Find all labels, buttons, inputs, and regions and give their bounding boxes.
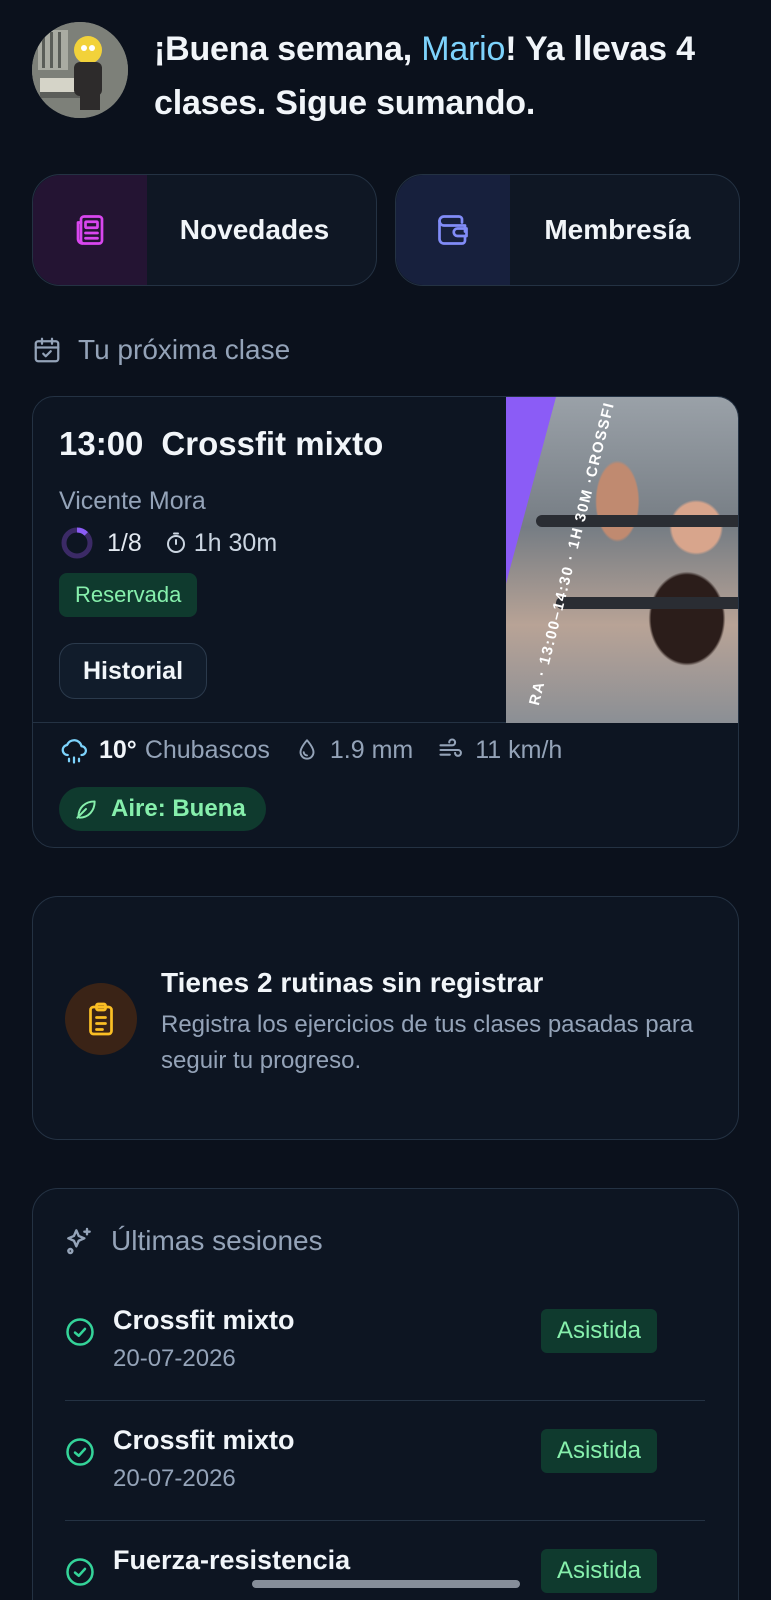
- user-name: Mario: [421, 30, 506, 68]
- coach-name: Vicente Mora: [59, 487, 206, 515]
- session-name: Crossfit mixto: [113, 1425, 295, 1455]
- sessions-heading: Últimas sesiones: [63, 1225, 323, 1257]
- news-button[interactable]: Novedades: [32, 174, 377, 286]
- check-circle-icon: [66, 1558, 94, 1586]
- wallet-icon: [438, 215, 468, 245]
- class-meta: 1/8 1h 30m: [59, 525, 277, 561]
- session-status-badge: Asistida: [540, 1429, 657, 1473]
- greeting-text: ¡Buena semana, Mario! Ya llevas 4 clases…: [154, 22, 714, 130]
- session-date: 20-07-2026: [113, 1345, 236, 1372]
- avatar[interactable]: [32, 22, 128, 118]
- droplet-icon: [299, 739, 315, 760]
- session-row[interactable]: Fuerza-resistencia Asistida: [65, 1521, 705, 1600]
- leaf-icon: [76, 800, 96, 819]
- greeting-header: ¡Buena semana, Mario! Ya llevas 4 clases…: [32, 22, 714, 130]
- weather-condition: Chubascos: [144, 735, 270, 764]
- class-name: Crossfit mixto: [161, 425, 384, 462]
- class-photo: RA · 13:00–14:30 · 1H 30M ·CROSSFI: [506, 397, 738, 723]
- session-name: Fuerza-resistencia: [113, 1545, 351, 1575]
- temperature: 10°: [99, 735, 137, 764]
- duration: 1h 30m: [164, 529, 277, 558]
- membership-button[interactable]: Membresía: [395, 174, 740, 286]
- recent-sessions-card: Últimas sesiones Crossfit mixto 20-07-20…: [32, 1188, 739, 1600]
- session-name: Crossfit mixto: [113, 1305, 295, 1335]
- session-status-badge: Asistida: [540, 1309, 657, 1353]
- greeting-prefix: ¡Buena semana,: [154, 30, 422, 68]
- class-time: 13:00: [59, 425, 144, 462]
- air-quality-badge: Aire: Buena: [59, 787, 266, 831]
- next-class-heading: Tu próxima clase: [32, 334, 290, 366]
- occupancy-text: 1/8: [107, 528, 142, 557]
- wind-icon: [439, 738, 463, 757]
- class-title: 13:00 Crossfit mixto: [59, 425, 383, 463]
- check-circle-icon: [66, 1318, 94, 1346]
- stopwatch-icon: [166, 532, 185, 553]
- calendar-check-icon: [34, 337, 60, 363]
- air-quality-text: Aire: Buena: [111, 795, 246, 822]
- reservation-status-badge: Reservada: [59, 573, 198, 617]
- history-button[interactable]: Historial: [59, 643, 207, 699]
- membership-icon-container: [396, 175, 510, 285]
- wind-speed-text: 11 km/h: [475, 735, 563, 764]
- session-date: 20-07-2026: [113, 1465, 236, 1492]
- rain-amount-text: 1.9 mm: [329, 735, 414, 764]
- quick-actions: Novedades Membresía: [32, 174, 740, 286]
- newspaper-icon: [76, 215, 104, 245]
- home-indicator[interactable]: [252, 1580, 520, 1588]
- occupancy-ring-icon: [61, 527, 93, 559]
- rain-amount: 1.9 mm: [294, 736, 413, 765]
- clipboard-icon: [89, 1002, 113, 1036]
- news-label: Novedades: [179, 214, 330, 245]
- session-status-badge: Asistida: [540, 1549, 657, 1593]
- sessions-heading-text: Últimas sesiones: [111, 1225, 323, 1256]
- membership-label: Membresía: [544, 214, 691, 245]
- next-class-card[interactable]: 13:00 Crossfit mixto Vicente Mora 1/8 1h …: [32, 396, 739, 848]
- next-class-heading-text: Tu próxima clase: [78, 334, 291, 365]
- next-class-info: 13:00 Crossfit mixto Vicente Mora 1/8 1h …: [33, 397, 738, 723]
- session-row[interactable]: Crossfit mixto 20-07-2026 Asistida: [65, 1281, 705, 1401]
- routines-description: Registra los ejercicios de tus clases pa…: [161, 1011, 694, 1074]
- wind-speed: 11 km/h: [437, 736, 562, 765]
- routines-title: Tienes 2 rutinas sin registrar: [161, 967, 544, 998]
- weather-row: 10° Chubascos 1.9 mm 11 km/h: [59, 735, 562, 765]
- sparkles-icon: [67, 1227, 91, 1255]
- duration-text: 1h 30m: [193, 528, 278, 557]
- clipboard-icon-container: [65, 983, 137, 1055]
- pending-routines-card[interactable]: Tienes 2 rutinas sin registrar Registra …: [32, 896, 739, 1140]
- rain-cloud-icon: [61, 739, 87, 764]
- news-icon-container: [33, 175, 147, 285]
- session-row[interactable]: Crossfit mixto 20-07-2026 Asistida: [65, 1401, 705, 1521]
- check-circle-icon: [66, 1438, 94, 1466]
